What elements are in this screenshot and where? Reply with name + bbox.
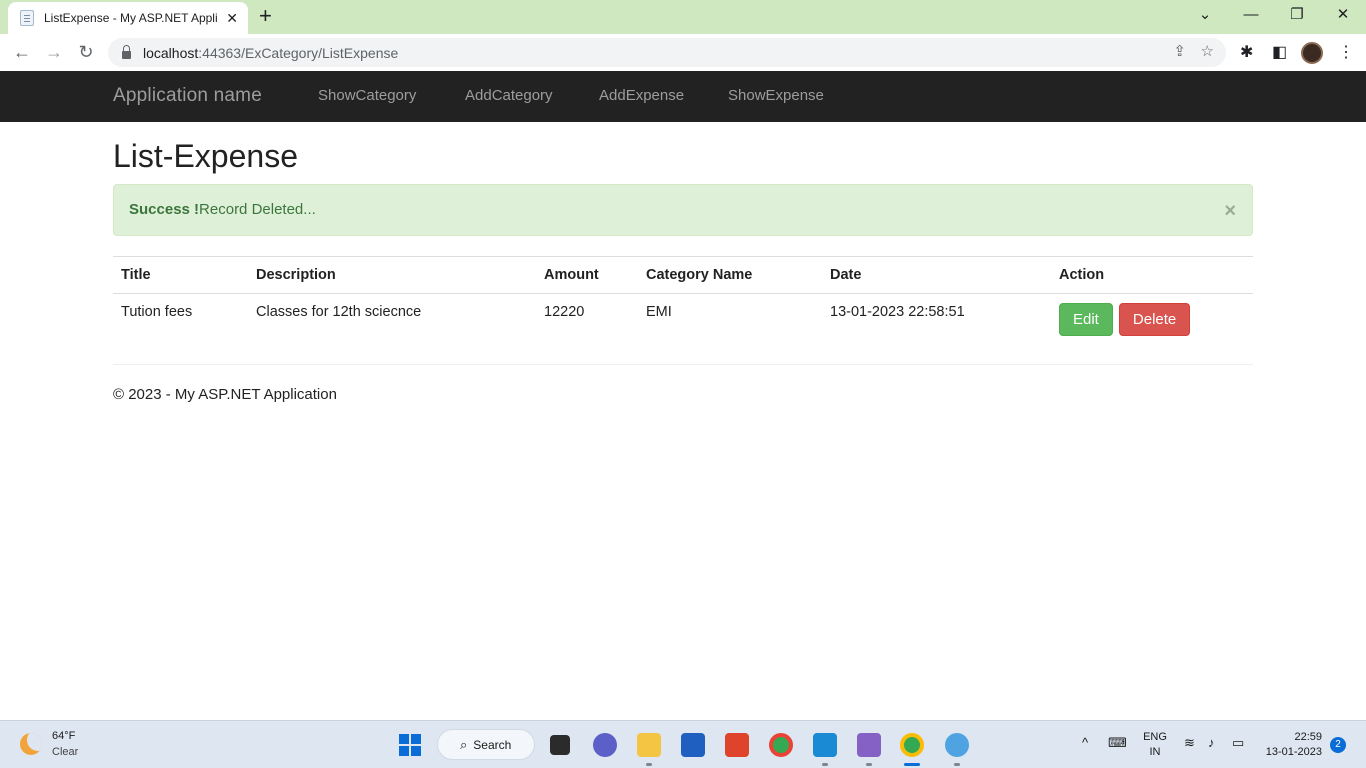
column-header-category: Category Name [638, 256, 822, 294]
taskbar-clock[interactable]: 22:59 13-01-2023 [1258, 730, 1322, 760]
close-window-icon[interactable]: ✕ [1320, 4, 1366, 26]
battery-icon[interactable]: ▭ [1232, 735, 1244, 751]
browser-app-running-indicator [954, 763, 960, 766]
column-header-description: Description [248, 256, 536, 294]
table-header-row: Title Description Amount Category Name D… [113, 256, 1253, 294]
nav-link-addexpense[interactable]: AddExpense [599, 87, 684, 104]
search-icon: ⌕ [460, 736, 468, 752]
chrome-profile-icon[interactable] [900, 733, 924, 757]
page-title: List-Expense [113, 138, 298, 174]
weather-temperature[interactable]: 64°F [52, 730, 75, 742]
close-tab-icon[interactable]: ✕ [226, 10, 238, 27]
windows-start-icon[interactable] [399, 734, 421, 756]
extensions-icon[interactable]: ✱ [1240, 42, 1253, 62]
footer-text: © 2023 - My ASP.NET Application [113, 386, 337, 403]
side-panel-icon[interactable]: ◧ [1272, 42, 1287, 62]
task-view-icon[interactable] [550, 735, 570, 755]
alert-message: Record Deleted... [199, 201, 316, 218]
notification-badge[interactable]: 2 [1330, 737, 1346, 753]
microsoft-store-icon[interactable] [681, 733, 705, 757]
tab-search-icon[interactable]: ⌄ [1182, 4, 1228, 26]
browser-tab[interactable]: ListExpense - My ASP.NET Applic ✕ [8, 2, 248, 34]
cell-description: Classes for 12th sciecnce [256, 304, 422, 320]
restore-icon[interactable]: ❐ [1274, 4, 1320, 26]
file-explorer-running-indicator [646, 763, 652, 766]
moon-weather-icon[interactable] [20, 733, 42, 755]
column-header-date: Date [822, 256, 1051, 294]
nav-link-showcategory[interactable]: ShowCategory [318, 87, 416, 104]
weather-condition[interactable]: Clear [52, 746, 78, 758]
edit-button[interactable]: Edit [1059, 303, 1113, 336]
menu-kebab-icon[interactable]: ⋮ [1338, 42, 1354, 62]
search-label: Search [473, 737, 512, 752]
alert-close-icon[interactable]: × [1224, 201, 1236, 221]
footer-divider [113, 364, 1253, 365]
chevron-up-icon[interactable]: ^ [1082, 735, 1088, 750]
office-icon[interactable] [725, 733, 749, 757]
vscode-running-indicator [822, 763, 828, 766]
cell-title: Tution fees [121, 304, 193, 320]
cell-category: EMI [646, 304, 672, 320]
bookmark-star-icon[interactable]: ☆ [1201, 42, 1214, 60]
profile-avatar[interactable] [1301, 42, 1323, 64]
alert-strong: Success ! [129, 201, 200, 218]
file-explorer-icon[interactable] [637, 733, 661, 757]
expense-table: Title Description Amount Category Name D… [113, 256, 1253, 344]
vscode-icon[interactable] [813, 733, 837, 757]
url-text: localhost:44363/ExCategory/ListExpense [143, 44, 399, 61]
share-icon[interactable]: ⇪ [1173, 42, 1186, 60]
new-tab-button[interactable]: + [259, 5, 272, 27]
address-bar[interactable]: localhost:44363/ExCategory/ListExpense ⇪… [108, 38, 1226, 67]
volume-icon[interactable]: ♪ [1208, 735, 1215, 750]
browser-toolbar: ← → ↻ localhost:44363/ExCategory/ListExp… [0, 34, 1366, 71]
page-icon [20, 10, 34, 26]
browser-app-icon[interactable] [945, 733, 969, 757]
chrome-icon[interactable] [769, 733, 793, 757]
keyboard-icon[interactable]: ⌨ [1108, 735, 1127, 751]
column-header-action: Action [1051, 256, 1253, 294]
table-row: Tution fees Classes for 12th sciecnce 12… [113, 294, 1253, 344]
forward-icon[interactable]: → [42, 40, 66, 64]
cell-amount: 12220 [544, 304, 585, 320]
visual-studio-icon[interactable] [857, 733, 881, 757]
brand-link[interactable]: Application name [113, 85, 262, 107]
wifi-icon[interactable]: ≋ [1184, 735, 1195, 751]
windows-taskbar: 64°F Clear ⌕ Search ^ ⌨ ENG IN ≋ ♪ ▭ 22:5… [0, 720, 1366, 768]
column-header-amount: Amount [536, 256, 638, 294]
tab-title: ListExpense - My ASP.NET Applic [44, 11, 218, 25]
chrome-active-indicator [904, 763, 920, 766]
language-indicator[interactable]: ENG IN [1142, 730, 1168, 760]
lock-icon[interactable] [122, 44, 131, 59]
site-navbar: Application name ShowCategory AddCategor… [0, 71, 1366, 122]
browser-tabstrip: ListExpense - My ASP.NET Applic ✕ + ⌄ — … [0, 0, 1366, 34]
cell-actions: Edit Delete [1051, 294, 1253, 344]
nav-link-addcategory[interactable]: AddCategory [465, 87, 553, 104]
visual-studio-running-indicator [866, 763, 872, 766]
nav-link-showexpense[interactable]: ShowExpense [728, 87, 824, 104]
column-header-title: Title [113, 256, 248, 294]
back-icon[interactable]: ← [10, 40, 34, 64]
success-alert: Success !Record Deleted... × [113, 184, 1253, 236]
cell-date: 13-01-2023 22:58:51 [830, 304, 965, 320]
teams-chat-icon[interactable] [593, 733, 617, 757]
taskbar-search-button[interactable]: ⌕ Search [437, 729, 535, 760]
minimize-icon[interactable]: — [1228, 4, 1274, 26]
delete-button[interactable]: Delete [1118, 303, 1191, 336]
reload-icon[interactable]: ↻ [74, 40, 98, 64]
